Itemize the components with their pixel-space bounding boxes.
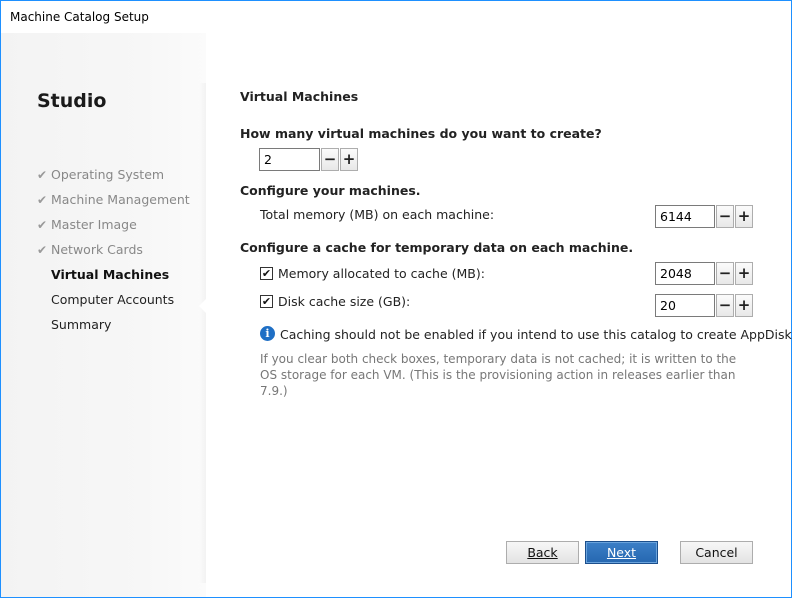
next-button[interactable]: Next: [585, 541, 658, 564]
wizard-main-panel: Virtual Machines How many virtual machin…: [206, 33, 792, 597]
memory-cache-decrement-button[interactable]: −: [716, 262, 734, 285]
step-label: Operating System: [51, 167, 165, 182]
step-machine-management[interactable]: ✔ Machine Management: [37, 191, 190, 216]
checkmark-icon: ✔: [37, 193, 48, 207]
studio-brand: Studio: [37, 90, 107, 112]
disk-cache-label: Disk cache size (GB):: [278, 294, 411, 309]
memory-cache-input[interactable]: 2048: [655, 262, 715, 285]
step-virtual-machines: Virtual Machines: [37, 266, 190, 291]
checkmark-icon: ✔: [37, 218, 48, 232]
checkmark-icon: ✔: [37, 168, 48, 182]
total-memory-stepper: 6144 − +: [655, 205, 753, 228]
page-title: Virtual Machines: [240, 89, 359, 104]
vm-count-increment-button[interactable]: +: [340, 148, 358, 171]
memory-cache-label: Memory allocated to cache (MB):: [278, 266, 485, 281]
next-button-label: Next: [606, 545, 637, 560]
total-memory-decrement-button[interactable]: −: [716, 205, 734, 228]
checkmark-icon: ✔: [37, 243, 48, 257]
vm-count-input[interactable]: 2: [259, 148, 320, 171]
wizard-steps: ✔ Operating System ✔ Machine Management ✔ M…: [37, 166, 190, 341]
memory-cache-checkbox[interactable]: ✔: [260, 267, 273, 280]
step-label: Network Cards: [51, 242, 143, 257]
memory-cache-increment-button[interactable]: +: [735, 262, 753, 285]
step-label: Computer Accounts: [51, 292, 175, 307]
memory-cache-stepper: 2048 − +: [655, 262, 753, 285]
vm-count-stepper: 2 − +: [259, 148, 358, 171]
total-memory-input[interactable]: 6144: [655, 205, 715, 228]
disk-cache-stepper: 20 − +: [655, 294, 753, 317]
vm-count-decrement-button[interactable]: −: [321, 148, 339, 171]
window-title: Machine Catalog Setup: [10, 10, 149, 24]
cache-config-heading: Configure a cache for temporary data on …: [240, 240, 634, 255]
vm-count-question: How many virtual machines do you want to…: [240, 126, 602, 141]
info-icon: i: [260, 326, 275, 341]
step-computer-accounts: Computer Accounts: [37, 291, 190, 316]
appdisks-info-text: Caching should not be enabled if you int…: [280, 327, 792, 342]
disk-cache-checkbox[interactable]: ✔: [260, 295, 273, 308]
step-operating-system[interactable]: ✔ Operating System: [37, 166, 190, 191]
disk-cache-decrement-button[interactable]: −: [716, 294, 734, 317]
total-memory-label: Total memory (MB) on each machine:: [260, 207, 495, 222]
cancel-button[interactable]: Cancel: [680, 541, 753, 564]
step-label: Master Image: [51, 217, 137, 232]
cancel-button-label: Cancel: [695, 545, 738, 560]
disk-cache-input[interactable]: 20: [655, 294, 715, 317]
step-summary: Summary: [37, 316, 190, 341]
cache-note-text: If you clear both check boxes, temporary…: [260, 352, 737, 398]
step-master-image[interactable]: ✔ Master Image: [37, 216, 190, 241]
machine-catalog-setup-window: Machine Catalog Setup Studio ✔ Operating …: [0, 0, 792, 598]
back-button-label: Back: [527, 545, 558, 560]
total-memory-increment-button[interactable]: +: [735, 205, 753, 228]
disk-cache-increment-button[interactable]: +: [735, 294, 753, 317]
step-network-cards[interactable]: ✔ Network Cards: [37, 241, 190, 266]
back-button[interactable]: Back: [506, 541, 579, 564]
wizard-sidebar: Studio ✔ Operating System ✔ Machine Manage…: [1, 33, 207, 597]
configure-machines-heading: Configure your machines.: [240, 183, 421, 198]
step-label: Summary: [51, 317, 112, 332]
title-bar: Machine Catalog Setup: [1, 1, 791, 33]
step-label: Machine Management: [51, 192, 190, 207]
step-label: Virtual Machines: [51, 267, 170, 282]
